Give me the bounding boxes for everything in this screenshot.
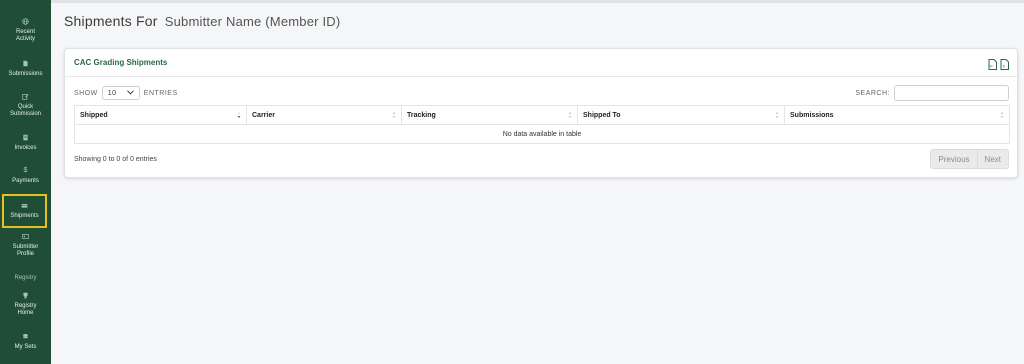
search-label: SEARCH: <box>855 89 890 97</box>
coins-icon <box>22 333 29 340</box>
trophy-icon <box>22 292 29 299</box>
export-pdf-icon[interactable]: P <box>988 57 997 75</box>
column-label: Shipped To <box>583 111 621 119</box>
entries-select[interactable]: 10 <box>101 86 140 100</box>
table-row: No data available in table <box>74 124 1010 144</box>
sidebar-item-label: Shipments <box>10 213 39 219</box>
export-buttons: P X <box>988 57 1009 75</box>
sidebar-item-quick-submission[interactable]: Quick Submission <box>2 93 49 118</box>
page-title-text: Shipments For <box>64 13 158 29</box>
sidebar-item-label: My Sets <box>14 344 37 350</box>
page-title: Shipments For Submitter Name (Member ID) <box>64 13 340 29</box>
sidebar-item-label: Payments <box>12 178 39 184</box>
chevron-down-icon <box>126 89 134 97</box>
column-submissions[interactable]: Submissions <box>784 105 1010 125</box>
sidebar: Recent Activity Submissions Quick Submis… <box>0 0 51 364</box>
pagination: Previous Next <box>930 149 1009 169</box>
sort-icon <box>568 112 572 118</box>
sidebar-item-label: Submissions <box>8 71 43 77</box>
page-subtitle: Submitter Name (Member ID) <box>164 14 341 29</box>
sidebar-item-invoices[interactable]: Invoices <box>2 134 49 152</box>
sidebar-item-label-2: Submission <box>9 111 41 117</box>
svg-text:X: X <box>1003 64 1006 69</box>
previous-button[interactable]: Previous <box>930 149 978 169</box>
column-shipped[interactable]: Shipped <box>74 105 247 125</box>
globe-icon <box>22 18 29 25</box>
column-label: Carrier <box>252 111 275 119</box>
shipments-card: CAC Grading Shipments P X SHOW 10 ENTRIE… <box>64 48 1018 178</box>
shipments-table: Shipped Carrier Tracking Shipped To Subm… <box>74 105 1010 144</box>
entries-label: ENTRIES <box>143 89 178 97</box>
column-carrier[interactable]: Carrier <box>246 105 402 125</box>
table-header-row: Shipped Carrier Tracking Shipped To Subm… <box>74 105 1010 125</box>
id-card-icon <box>22 233 29 240</box>
edit-icon <box>22 93 29 100</box>
dollar-icon: $ <box>23 167 28 174</box>
sidebar-item-my-sets[interactable]: My Sets <box>2 333 49 351</box>
sort-icon <box>775 112 779 118</box>
sidebar-item-label-2: Home <box>17 310 34 316</box>
sidebar-item-submissions[interactable]: Submissions <box>2 60 49 78</box>
sidebar-item-label: Invoices <box>14 145 37 151</box>
sidebar-item-label: Registry <box>14 303 37 309</box>
sort-icon <box>392 112 396 118</box>
export-excel-icon[interactable]: X <box>1000 57 1009 75</box>
show-entries: SHOW 10 ENTRIES <box>74 86 178 100</box>
column-label: Submissions <box>790 111 834 119</box>
column-shipped-to[interactable]: Shipped To <box>577 105 785 125</box>
document-icon <box>22 60 29 67</box>
svg-text:P: P <box>990 64 993 69</box>
sidebar-item-label: Submitter <box>12 244 39 250</box>
top-bar <box>51 0 1024 3</box>
entries-value: 10 <box>107 89 117 97</box>
sort-icon <box>1000 112 1004 118</box>
sidebar-item-registry-home[interactable]: Registry Home <box>2 292 49 317</box>
card-header: CAC Grading Shipments P X <box>65 49 1017 77</box>
sidebar-section-registry: Registry <box>14 275 37 281</box>
next-button[interactable]: Next <box>977 149 1009 169</box>
card-title: CAC Grading Shipments <box>74 58 168 67</box>
sidebar-item-shipments[interactable]: Shipments <box>2 194 47 228</box>
sort-desc-icon <box>237 112 241 118</box>
sidebar-item-label: Quick <box>17 104 34 110</box>
sidebar-item-submitter-profile[interactable]: Submitter Profile <box>2 233 49 258</box>
empty-table-message: No data available in table <box>74 124 1010 144</box>
sidebar-item-label-2: Profile <box>16 251 34 257</box>
sidebar-item-label-2: Activity <box>15 36 35 42</box>
sidebar-item-recent-activity[interactable]: Recent Activity <box>2 18 49 43</box>
table-info: Showing 0 to 0 of 0 entries <box>74 156 157 163</box>
column-label: Shipped <box>80 111 108 119</box>
column-tracking[interactable]: Tracking <box>401 105 578 125</box>
show-label: SHOW <box>74 89 98 97</box>
truck-icon <box>21 202 28 209</box>
search-area: SEARCH: <box>855 85 1009 101</box>
sidebar-item-payments[interactable]: $ Payments <box>2 167 49 185</box>
invoice-icon <box>22 134 29 141</box>
search-input[interactable] <box>894 85 1009 101</box>
sidebar-item-label: Recent <box>15 29 35 35</box>
column-label: Tracking <box>407 111 436 119</box>
